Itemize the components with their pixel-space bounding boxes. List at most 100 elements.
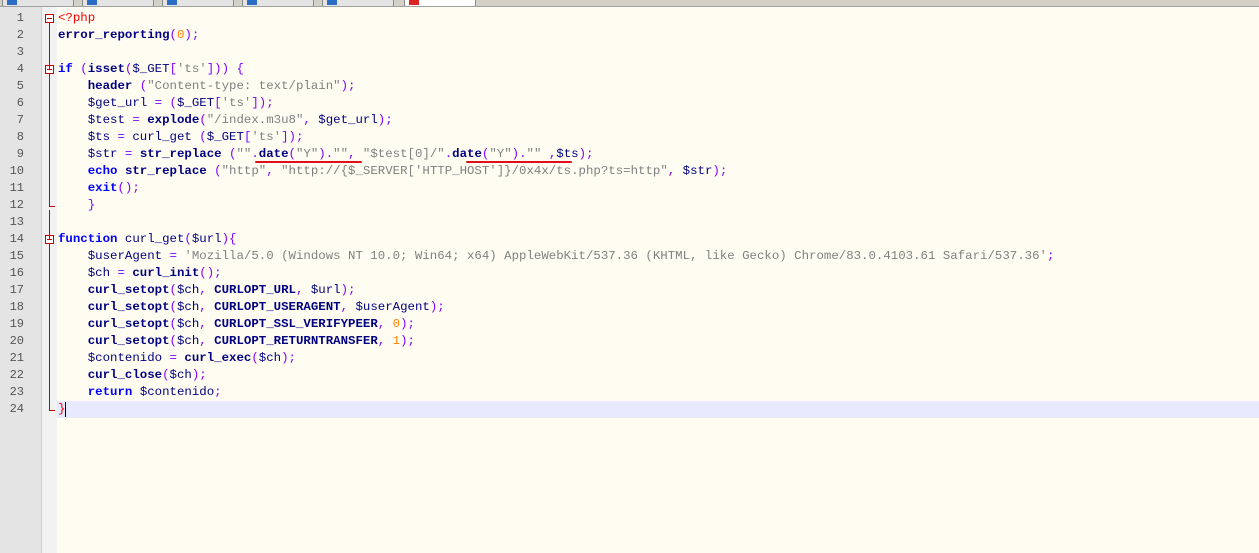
code-line[interactable]: $get_url = ($_GET['ts']); [58, 95, 274, 112]
code-line[interactable]: $userAgent = 'Mozilla/5.0 (Windows NT 10… [58, 248, 1055, 265]
code-token: , [541, 147, 557, 161]
code-token: ); [340, 79, 356, 93]
code-token: , [340, 300, 356, 314]
code-token: curl_setopt [87, 283, 170, 297]
code-token: ); [400, 334, 415, 348]
code-token: ); [281, 351, 296, 365]
code-token: , [377, 317, 393, 331]
code-token: curl_init [132, 266, 200, 280]
code-token: . [251, 147, 259, 161]
code-line[interactable]: return $contenido; [58, 384, 222, 401]
code-line[interactable]: <?php [58, 10, 95, 27]
document-tab[interactable] [82, 0, 154, 6]
code-token: CURLOPT_URL [214, 283, 296, 297]
line-number: 20 [9, 334, 24, 348]
code-token: = [124, 113, 148, 127]
code-token: ( [206, 164, 222, 178]
fold-minus-icon[interactable] [45, 14, 54, 23]
code-token: "" [236, 147, 252, 161]
code-token: header [87, 79, 133, 93]
code-token: [ [169, 62, 177, 76]
code-token: 1 [392, 334, 401, 348]
document-tab[interactable] [2, 0, 74, 6]
line-number: 9 [16, 147, 24, 161]
code-token: $contenido [87, 351, 163, 365]
code-token: ); [340, 283, 356, 297]
code-token: ( [162, 368, 170, 382]
fold-guide-line [49, 23, 50, 70]
document-tab[interactable] [242, 0, 314, 6]
code-token: $get_url [318, 113, 378, 127]
code-token: curl_setopt [87, 334, 170, 348]
code-token: ); [429, 300, 445, 314]
code-token: = [162, 249, 185, 263]
code-line[interactable]: curl_setopt($ch, CURLOPT_URL, $url); [58, 282, 356, 299]
code-token: , [266, 164, 282, 178]
code-token: ( [184, 232, 192, 246]
code-line[interactable]: if (isset($_GET['ts'])) { [58, 61, 244, 78]
code-line[interactable]: $ts = curl_get ($_GET['ts']); [58, 129, 304, 146]
document-tab-active[interactable] [404, 0, 476, 6]
code-token: $ch [258, 351, 282, 365]
code-token: ); [712, 164, 728, 178]
code-editor[interactable]: 1 <?php 2 error_reporting(0); 3 4 if (isset($_… [0, 7, 1259, 553]
code-token: function [58, 232, 118, 246]
code-token: , [199, 317, 215, 331]
code-token: <?php [58, 11, 96, 25]
line-number: 18 [9, 300, 24, 314]
code-token: $test [87, 113, 125, 127]
code-line[interactable]: $test = explode("/index.m3u8", $get_url)… [58, 112, 393, 129]
code-line[interactable]: curl_setopt($ch, CURLOPT_SSL_VERIFYPEER,… [58, 316, 415, 333]
code-line[interactable]: header ("Content-type: text/plain"); [58, 78, 356, 95]
code-token: , [199, 334, 215, 348]
code-token: $ts [556, 147, 579, 161]
code-token: $ch [176, 300, 200, 314]
code-token: $str [682, 164, 713, 178]
annotation-underline [255, 161, 362, 163]
code-token: curl_get [132, 130, 192, 144]
code-token: ); [184, 28, 200, 42]
code-line[interactable]: curl_setopt($ch, CURLOPT_RETURNTRANSFER,… [58, 333, 415, 350]
code-token: "http://{$_SERVER['HTTP_HOST']}/0x4x/ts.… [281, 164, 668, 178]
annotation-underline [466, 161, 572, 163]
line-number: 6 [16, 96, 24, 110]
line-number: 8 [16, 130, 24, 144]
text-cursor [65, 402, 66, 417]
code-token: $userAgent [87, 249, 163, 263]
code-token: [ [214, 96, 222, 110]
code-line[interactable]: } [58, 197, 95, 214]
code-token: (); [117, 181, 140, 195]
file-icon [167, 0, 177, 5]
code-line[interactable]: error_reporting(0); [58, 27, 199, 44]
document-tab[interactable] [162, 0, 234, 6]
fold-guide-line [49, 74, 50, 206]
file-icon [87, 0, 97, 5]
line-number: 23 [9, 385, 24, 399]
line-number: 24 [9, 402, 24, 416]
tab-bar [0, 0, 1259, 7]
code-line[interactable]: $ch = curl_init(); [58, 265, 222, 282]
code-token: curl_close [87, 368, 163, 382]
line-number: 15 [9, 249, 24, 263]
line-number: 17 [9, 283, 24, 297]
code-line[interactable]: $contenido = curl_exec($ch); [58, 350, 296, 367]
code-token: $ch [87, 266, 111, 280]
document-tab[interactable] [322, 0, 394, 6]
code-token: "Content-type: text/plain" [147, 79, 341, 93]
code-line[interactable]: echo str_replace ("http", "http://{$_SER… [58, 163, 728, 180]
code-line[interactable]: function curl_get($url){ [58, 231, 236, 248]
code-line[interactable]: curl_setopt($ch, CURLOPT_USERAGENT, $use… [58, 299, 445, 316]
code-token: ( [169, 283, 177, 297]
code-line[interactable]: exit(); [58, 180, 140, 197]
code-line[interactable]: curl_close($ch); [58, 367, 207, 384]
